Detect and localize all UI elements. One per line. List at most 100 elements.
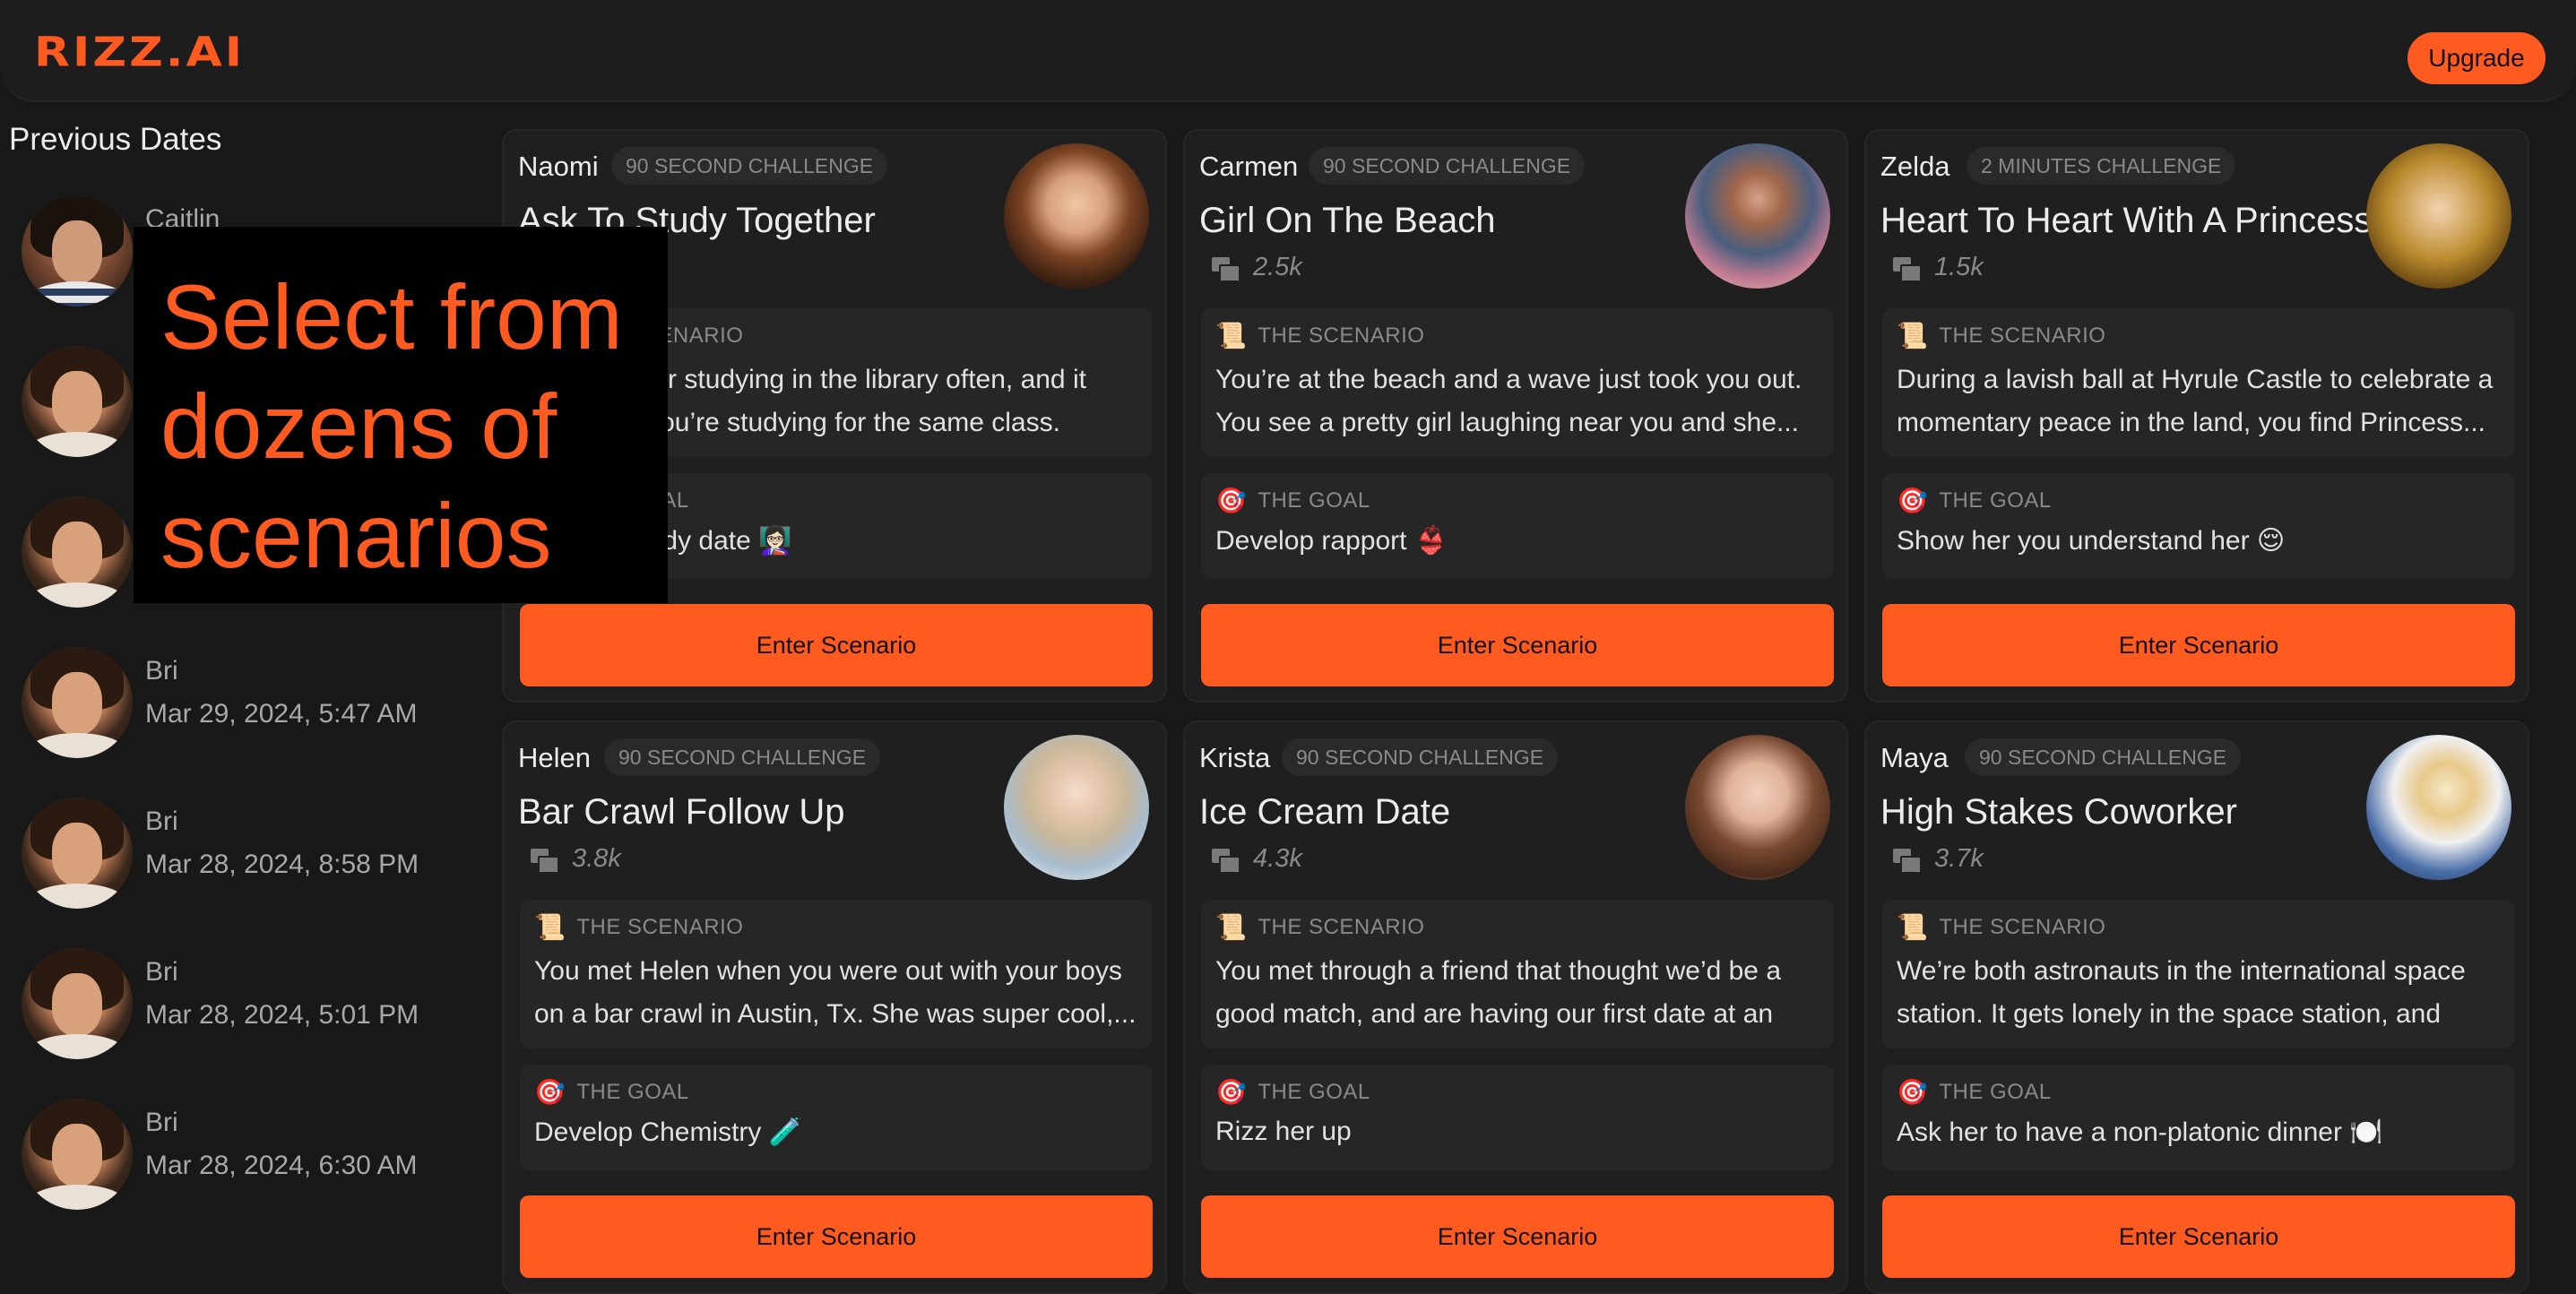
- avatar: [22, 346, 133, 457]
- scenario-title: Heart To Heart With A Princess: [1880, 201, 2373, 240]
- scenario-section: 📜 THE SCENARIO You met Helen when you wer…: [520, 900, 1153, 1048]
- plays-count: 2.5k: [1253, 253, 1302, 281]
- scenario-heading: THE SCENARIO: [1258, 914, 1425, 939]
- previous-date-item[interactable]: Bri Mar 28, 2024, 8:58 PM: [22, 798, 470, 909]
- scenario-section: 📜 THE SCENARIO You met through a friend t…: [1201, 900, 1834, 1048]
- previous-date-item[interactable]: Bri Mar 28, 2024, 5:01 PM: [22, 948, 470, 1059]
- avatar: [22, 798, 133, 909]
- date-partner-name: Bri: [145, 957, 178, 987]
- scroll-icon: 📜: [1215, 913, 1248, 941]
- scroll-icon: 📜: [1897, 913, 1929, 941]
- scenario-title: Bar Crawl Follow Up: [518, 792, 845, 832]
- scroll-icon: 📜: [534, 913, 566, 941]
- target-icon: 🎯: [1215, 487, 1248, 514]
- previous-date-item[interactable]: Bri Mar 29, 2024, 5:47 AM: [22, 647, 470, 758]
- enter-scenario-button[interactable]: Enter Scenario: [1201, 1195, 1834, 1278]
- character-portrait: [1685, 735, 1830, 880]
- character-name: Carmen: [1199, 151, 1299, 182]
- promo-text: Select from dozens of scenarios: [160, 266, 623, 587]
- target-icon: 🎯: [1897, 487, 1929, 514]
- upgrade-button[interactable]: Upgrade: [2407, 32, 2546, 84]
- scenario-card: Maya 90 SECOND CHALLENGE High Stakes Cow…: [1864, 720, 2529, 1294]
- scenario-section: 📜 THE SCENARIO During a lavish ball at Hy…: [1882, 308, 2515, 457]
- target-icon: 🎯: [534, 1078, 566, 1106]
- plays-counter: 1.5k: [1893, 253, 1984, 282]
- chat-bubbles-icon: [1212, 848, 1240, 874]
- scenario-title: High Stakes Coworker: [1880, 792, 2237, 832]
- scenario-heading: THE SCENARIO: [1939, 323, 2106, 348]
- scroll-icon: 📜: [1215, 322, 1248, 349]
- enter-scenario-button[interactable]: Enter Scenario: [520, 604, 1153, 686]
- chat-bubbles-icon: [531, 848, 559, 874]
- scenario-description: During a lavish ball at Hyrule Castle to…: [1897, 365, 2494, 437]
- date-timestamp: Mar 28, 2024, 8:58 PM: [145, 850, 419, 879]
- scenario-card: Carmen 90 SECOND CHALLENGE Girl On The B…: [1183, 129, 1848, 703]
- avatar: [22, 948, 133, 1059]
- goal-heading: THE GOAL: [1258, 487, 1370, 513]
- enter-scenario-button[interactable]: Enter Scenario: [1882, 1195, 2515, 1278]
- scroll-icon: 📜: [1897, 322, 1929, 349]
- character-portrait: [2366, 143, 2511, 289]
- challenge-badge: 2 MINUTES CHALLENGE: [1967, 147, 2236, 185]
- sidebar-title: Previous Dates: [9, 122, 222, 157]
- goal-description: Ask her to have a non-platonic dinner 🍽️: [1897, 1117, 2383, 1147]
- plays-count: 1.5k: [1934, 253, 1984, 281]
- scenario-heading: THE SCENARIO: [576, 914, 744, 939]
- goal-section: 🎯 THE GOAL Develop rapport 👙: [1201, 473, 1834, 579]
- scenario-title: Girl On The Beach: [1199, 201, 1496, 240]
- scenario-section: 📜 THE SCENARIO We’re both astronauts in t…: [1882, 900, 2515, 1048]
- plays-counter: 3.7k: [1893, 844, 1984, 874]
- plays-count: 4.3k: [1253, 844, 1302, 873]
- target-icon: 🎯: [1897, 1078, 1929, 1106]
- plays-count: 3.8k: [572, 844, 621, 873]
- challenge-badge: 90 SECOND CHALLENGE: [604, 738, 881, 776]
- scenario-description: You met through a friend that thought we…: [1215, 956, 1782, 1029]
- avatar: [22, 647, 133, 758]
- top-bar: RIZZ.AI Upgrade: [0, 0, 2576, 102]
- scenario-card: Krista 90 SECOND CHALLENGE Ice Cream Dat…: [1183, 720, 1848, 1294]
- enter-scenario-button[interactable]: Enter Scenario: [520, 1195, 1153, 1278]
- scenario-description: We’re both astronauts in the internation…: [1897, 956, 2466, 1029]
- plays-count: 3.7k: [1934, 844, 1984, 873]
- challenge-badge: 90 SECOND CHALLENGE: [1309, 147, 1586, 185]
- enter-scenario-button[interactable]: Enter Scenario: [1882, 604, 2515, 686]
- rizz-ai-logo[interactable]: RIZZ.AI: [34, 29, 245, 76]
- scenario-heading: THE SCENARIO: [1258, 323, 1425, 348]
- character-portrait: [1004, 735, 1149, 880]
- character-name: Naomi: [518, 151, 599, 182]
- avatar: [22, 1099, 133, 1210]
- chat-bubbles-icon: [1893, 848, 1922, 874]
- date-partner-name: Bri: [145, 656, 178, 686]
- plays-counter: 3.8k: [531, 844, 621, 874]
- goal-heading: THE GOAL: [1939, 487, 2052, 513]
- scenario-card: Zelda 2 MINUTES CHALLENGE Heart To Heart…: [1864, 129, 2529, 703]
- date-timestamp: Mar 29, 2024, 5:47 AM: [145, 699, 418, 729]
- goal-description: Develop rapport 👙: [1215, 526, 1448, 556]
- avatar: [22, 496, 133, 608]
- previous-date-item[interactable]: Bri Mar 28, 2024, 6:30 AM: [22, 1099, 470, 1210]
- character-portrait: [2366, 735, 2511, 880]
- scenario-section: 📜 THE SCENARIO You’re at the beach and a …: [1201, 308, 1834, 457]
- scenario-card: Helen 90 SECOND CHALLENGE Bar Crawl Foll…: [502, 720, 1167, 1294]
- date-timestamp: Mar 28, 2024, 5:01 PM: [145, 1000, 419, 1030]
- scenario-title: Ice Cream Date: [1199, 792, 1451, 832]
- challenge-badge: 90 SECOND CHALLENGE: [1965, 738, 2242, 776]
- date-timestamp: Mar 28, 2024, 6:30 AM: [145, 1151, 418, 1180]
- character-portrait: [1004, 143, 1149, 289]
- goal-description: Develop Chemistry 🧪: [534, 1117, 803, 1147]
- plays-counter: 2.5k: [1212, 253, 1302, 282]
- scenario-description: You’re at the beach and a wave just took…: [1215, 365, 1802, 437]
- chat-bubbles-icon: [1893, 256, 1922, 282]
- challenge-badge: 90 SECOND CHALLENGE: [1282, 738, 1559, 776]
- goal-description: Show her you understand her 😌: [1897, 526, 2286, 556]
- goal-heading: THE GOAL: [576, 1079, 689, 1104]
- goal-section: 🎯 THE GOAL Ask her to have a non-platonic…: [1882, 1065, 2515, 1170]
- target-icon: 🎯: [1215, 1078, 1248, 1106]
- date-partner-name: Bri: [145, 1108, 178, 1137]
- character-name: Krista: [1199, 742, 1271, 773]
- goal-heading: THE GOAL: [1258, 1079, 1370, 1104]
- enter-scenario-button[interactable]: Enter Scenario: [1201, 604, 1834, 686]
- goal-section: 🎯 THE GOAL Rizz her up: [1201, 1065, 1834, 1170]
- character-name: Zelda: [1880, 151, 1950, 182]
- chat-bubbles-icon: [1212, 256, 1240, 282]
